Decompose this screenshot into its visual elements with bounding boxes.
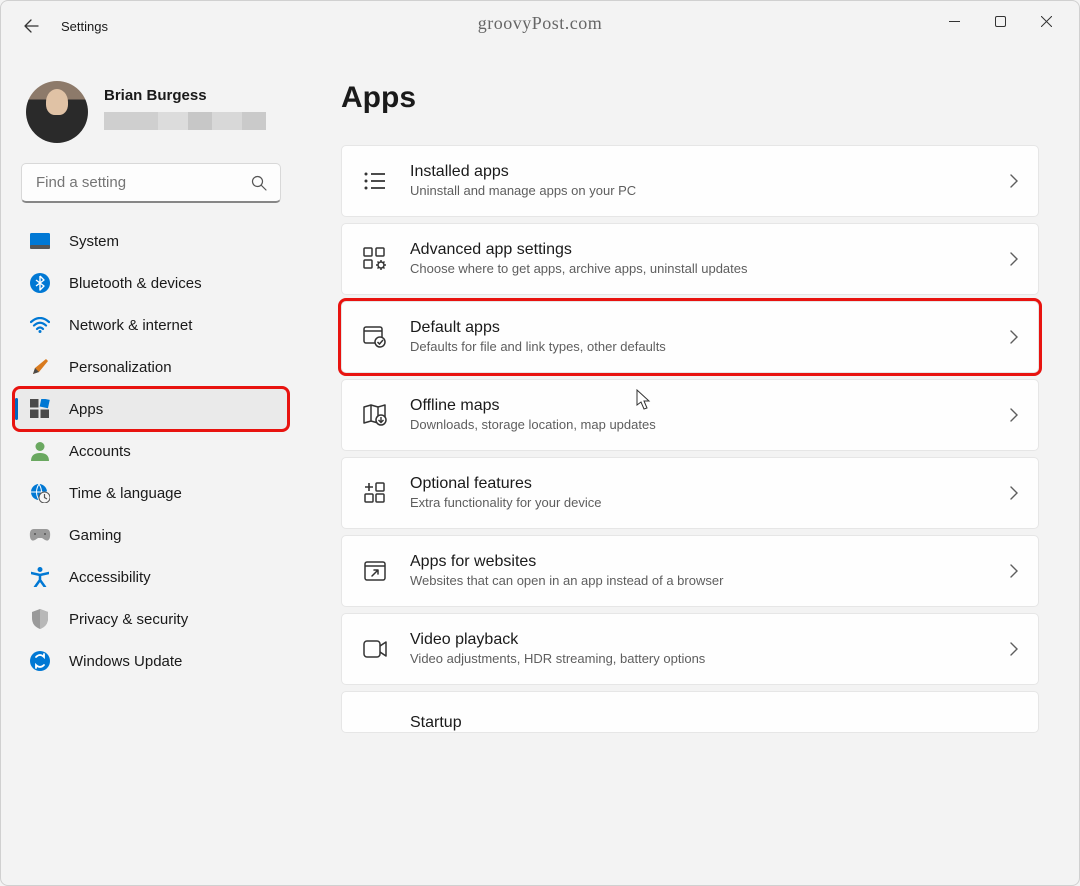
default-app-icon — [362, 324, 388, 350]
maximize-icon — [995, 16, 1006, 27]
search-icon — [251, 175, 267, 191]
sidebar-item-system[interactable]: System — [15, 221, 287, 261]
nav-label: Gaming — [69, 527, 122, 544]
nav-label: System — [69, 233, 119, 250]
card-desc: Downloads, storage location, map updates — [410, 417, 988, 434]
app-title: Settings — [61, 19, 108, 34]
nav-label: Apps — [69, 401, 103, 418]
system-icon — [29, 230, 51, 252]
apps-plus-icon — [362, 480, 388, 506]
main-content: Apps Installed appsUninstall and manage … — [301, 51, 1079, 885]
chevron-right-icon — [1010, 408, 1018, 422]
card-title: Startup — [410, 713, 1018, 733]
back-button[interactable] — [11, 6, 51, 46]
nav-label: Windows Update — [69, 653, 182, 670]
card-desc: Choose where to get apps, archive apps, … — [410, 261, 988, 278]
watermark-text: groovyPost.com — [478, 13, 603, 34]
chevron-right-icon — [1010, 486, 1018, 500]
paintbrush-icon — [29, 356, 51, 378]
card-desc: Extra functionality for your device — [410, 495, 988, 512]
card-apps-for-websites[interactable]: Apps for websitesWebsites that can open … — [341, 535, 1039, 607]
window-controls — [931, 15, 1069, 37]
card-title: Apps for websites — [410, 552, 988, 573]
card-default-apps[interactable]: Default appsDefaults for file and link t… — [341, 301, 1039, 373]
minimize-icon — [949, 16, 960, 27]
card-startup[interactable]: Startup — [341, 691, 1039, 733]
chevron-right-icon — [1010, 642, 1018, 656]
sidebar-item-accounts[interactable]: Accounts — [15, 431, 287, 471]
sidebar-item-apps[interactable]: Apps — [15, 389, 287, 429]
minimize-button[interactable] — [931, 5, 977, 37]
card-installed-apps[interactable]: Installed appsUninstall and manage apps … — [341, 145, 1039, 217]
card-video-playback[interactable]: Video playbackVideo adjustments, HDR str… — [341, 613, 1039, 685]
card-optional-features[interactable]: Optional featuresExtra functionality for… — [341, 457, 1039, 529]
card-title: Installed apps — [410, 162, 988, 183]
video-icon — [362, 636, 388, 662]
nav-label: Accessibility — [69, 569, 151, 586]
sidebar-item-bluetooth[interactable]: Bluetooth & devices — [15, 263, 287, 303]
card-offline-maps[interactable]: Offline mapsDownloads, storage location,… — [341, 379, 1039, 451]
card-desc: Defaults for file and link types, other … — [410, 339, 988, 356]
map-icon — [362, 402, 388, 428]
search-box — [21, 163, 281, 203]
nav-label: Network & internet — [69, 317, 192, 334]
card-title: Advanced app settings — [410, 240, 988, 261]
apps-icon — [29, 398, 51, 420]
chevron-right-icon — [1010, 252, 1018, 266]
user-email-redacted — [104, 112, 266, 130]
card-title: Optional features — [410, 474, 988, 495]
chevron-right-icon — [1010, 564, 1018, 578]
sidebar-item-accessibility[interactable]: Accessibility — [15, 557, 287, 597]
card-title: Offline maps — [410, 396, 988, 417]
sidebar-item-time-language[interactable]: Time & language — [15, 473, 287, 513]
card-title: Video playback — [410, 630, 988, 651]
gamepad-icon — [29, 524, 51, 546]
sidebar-item-update[interactable]: Windows Update — [15, 641, 287, 681]
person-icon — [29, 440, 51, 462]
list-icon — [362, 168, 388, 194]
maximize-button[interactable] — [977, 5, 1023, 37]
nav-label: Personalization — [69, 359, 172, 376]
shield-icon — [29, 608, 51, 630]
page-title: Apps — [341, 81, 1039, 115]
card-desc: Websites that can open in an app instead… — [410, 573, 988, 590]
search-input[interactable] — [21, 163, 281, 203]
close-icon — [1041, 16, 1052, 27]
sidebar-item-network[interactable]: Network & internet — [15, 305, 287, 345]
window-link-icon — [362, 558, 388, 584]
titlebar: Settings groovyPost.com — [1, 1, 1079, 51]
accessibility-icon — [29, 566, 51, 588]
bluetooth-icon — [29, 272, 51, 294]
chevron-right-icon — [1010, 174, 1018, 188]
card-title: Default apps — [410, 318, 988, 339]
close-button[interactable] — [1023, 5, 1069, 37]
card-desc: Video adjustments, HDR streaming, batter… — [410, 651, 988, 668]
card-desc: Uninstall and manage apps on your PC — [410, 183, 988, 200]
nav-list: System Bluetooth & devices Network & int… — [11, 221, 291, 681]
sidebar-item-gaming[interactable]: Gaming — [15, 515, 287, 555]
nav-label: Privacy & security — [69, 611, 188, 628]
nav-label: Accounts — [69, 443, 131, 460]
sidebar: Brian Burgess System Bluetooth & devices… — [1, 51, 301, 885]
apps-gear-icon — [362, 246, 388, 272]
startup-icon — [362, 699, 388, 725]
nav-label: Time & language — [69, 485, 182, 502]
back-arrow-icon — [23, 18, 39, 34]
user-profile[interactable]: Brian Burgess — [11, 71, 291, 163]
sidebar-item-privacy[interactable]: Privacy & security — [15, 599, 287, 639]
globe-clock-icon — [29, 482, 51, 504]
user-name: Brian Burgess — [104, 87, 266, 104]
nav-label: Bluetooth & devices — [69, 275, 202, 292]
sidebar-item-personalization[interactable]: Personalization — [15, 347, 287, 387]
wifi-icon — [29, 314, 51, 336]
avatar — [26, 81, 88, 143]
card-advanced-app-settings[interactable]: Advanced app settingsChoose where to get… — [341, 223, 1039, 295]
update-icon — [29, 650, 51, 672]
chevron-right-icon — [1010, 330, 1018, 344]
